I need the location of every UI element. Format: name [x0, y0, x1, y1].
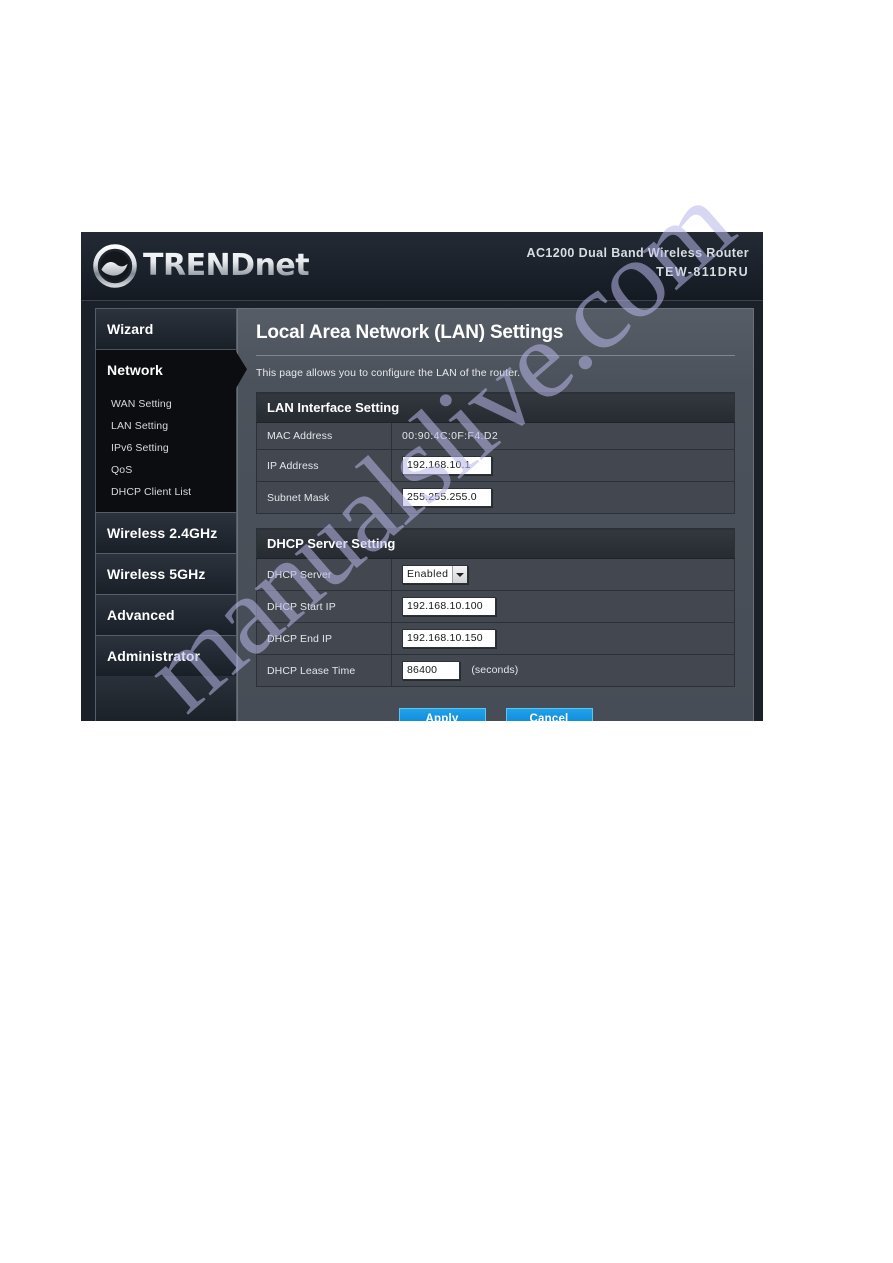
sidebar-subitem-label: QoS	[111, 464, 133, 476]
mac-address-value: 00:90:4C:0F:F4:D2	[391, 422, 735, 450]
sidebar-subitem-label: LAN Setting	[111, 420, 169, 432]
dhcp-end-ip-input[interactable]: 192.168.10.150	[402, 629, 496, 648]
dhcp-lease-time-label: DHCP Lease Time	[256, 654, 392, 687]
router-admin-screenshot: TRENDnet AC1200 Dual Band Wireless Route…	[81, 232, 763, 721]
lan-section-heading: LAN Interface Setting	[256, 392, 735, 423]
subnet-mask-cell: 255.255.255.0	[391, 481, 735, 514]
cancel-button[interactable]: Cancel	[505, 708, 593, 721]
dhcp-server-select[interactable]: Enabled	[402, 565, 469, 584]
dhcp-start-ip-label: DHCP Start IP	[256, 590, 392, 623]
sidebar-subitem-qos[interactable]: QoS	[96, 459, 236, 481]
chevron-down-icon[interactable]	[452, 566, 468, 583]
sidebar-item-label: Administrator	[107, 648, 201, 664]
dhcp-lease-time-input[interactable]: 86400	[402, 661, 460, 680]
sidebar-item-label: Advanced	[107, 607, 175, 623]
dhcp-lease-time-unit: (seconds)	[471, 664, 519, 676]
ip-address-input[interactable]: 192.168.10.1	[402, 456, 492, 475]
dhcp-lease-time-cell: 86400 (seconds)	[391, 654, 735, 687]
sidebar-item-wizard[interactable]: Wizard	[95, 308, 237, 349]
table-row: Subnet Mask 255.255.255.0	[256, 481, 735, 514]
sidebar-subitem-ipv6-setting[interactable]: IPv6 Setting	[96, 437, 236, 459]
sidebar-item-label: Network	[107, 362, 163, 378]
dhcp-end-ip-label: DHCP End IP	[256, 622, 392, 655]
table-section-header: DHCP Server Setting	[256, 528, 735, 559]
lan-interface-setting-table: LAN Interface Setting MAC Address 00:90:…	[256, 392, 735, 514]
sidebar-item-wireless-24ghz[interactable]: Wireless 2.4GHz	[95, 512, 237, 553]
sidebar-subitem-label: WAN Setting	[111, 398, 172, 410]
page-description: This page allows you to configure the LA…	[256, 367, 521, 379]
title-divider	[256, 355, 735, 356]
sidebar-subitem-lan-setting[interactable]: LAN Setting	[96, 415, 236, 437]
model-info: AC1200 Dual Band Wireless Router TEW-811…	[527, 244, 749, 281]
app-body: Wizard Network WAN Setting LAN Setting I…	[81, 301, 763, 721]
sidebar-item-label: Wireless 5GHz	[107, 566, 206, 582]
sidebar-item-wireless-5ghz[interactable]: Wireless 5GHz	[95, 553, 237, 594]
dhcp-start-ip-cell: 192.168.10.100	[391, 590, 735, 623]
sidebar-filler	[95, 676, 237, 721]
sidebar-subitem-label: IPv6 Setting	[111, 442, 169, 454]
dhcp-server-cell: Enabled	[391, 558, 735, 591]
subnet-mask-label: Subnet Mask	[256, 481, 392, 514]
sidebar-item-advanced[interactable]: Advanced	[95, 594, 237, 635]
table-section-header: LAN Interface Setting	[256, 392, 735, 423]
sidebar-item-network[interactable]: Network	[95, 349, 247, 390]
product-description: AC1200 Dual Band Wireless Router	[526, 246, 749, 260]
sidebar-submenu-network: WAN Setting LAN Setting IPv6 Setting QoS…	[95, 390, 237, 512]
ip-address-label: IP Address	[256, 449, 392, 482]
app-banner: TRENDnet AC1200 Dual Band Wireless Route…	[81, 232, 763, 301]
sidebar-nav: Wizard Network WAN Setting LAN Setting I…	[95, 308, 247, 721]
dhcp-start-ip-input[interactable]: 192.168.10.100	[402, 597, 496, 616]
table-row: DHCP Server Enabled	[256, 558, 735, 591]
model-number: TEW-811DRU	[656, 265, 749, 279]
sidebar-item-label: Wireless 2.4GHz	[107, 525, 218, 541]
sidebar-item-label: Wizard	[107, 321, 154, 337]
brand-logo[interactable]: TRENDnet	[93, 244, 310, 288]
table-row: DHCP Start IP 192.168.10.100	[256, 590, 735, 623]
dhcp-server-selected-value: Enabled	[407, 568, 449, 580]
table-row: DHCP Lease Time 86400 (seconds)	[256, 654, 735, 687]
form-actions: Apply Cancel	[256, 701, 735, 721]
sidebar-subitem-dhcp-client-list[interactable]: DHCP Client List	[96, 481, 236, 503]
sidebar-item-administrator[interactable]: Administrator	[95, 635, 237, 676]
page-title: Local Area Network (LAN) Settings	[256, 322, 564, 343]
trendnet-circle-swoosh-logo-icon	[93, 244, 137, 288]
subnet-mask-input[interactable]: 255.255.255.0	[402, 488, 492, 507]
table-row: DHCP End IP 192.168.10.150	[256, 622, 735, 655]
ip-address-cell: 192.168.10.1	[391, 449, 735, 482]
brand-logo-text: TRENDnet	[143, 244, 310, 288]
table-row: MAC Address 00:90:4C:0F:F4:D2	[256, 422, 735, 450]
sidebar-subitem-label: DHCP Client List	[111, 486, 192, 498]
table-row: IP Address 192.168.10.1	[256, 449, 735, 482]
content-panel: Local Area Network (LAN) Settings This p…	[237, 308, 754, 721]
sidebar-subitem-wan-setting[interactable]: WAN Setting	[96, 393, 236, 415]
dhcp-server-label: DHCP Server	[256, 558, 392, 591]
mac-address-label: MAC Address	[256, 422, 392, 450]
dhcp-end-ip-cell: 192.168.10.150	[391, 622, 735, 655]
dhcp-section-heading: DHCP Server Setting	[256, 528, 735, 559]
apply-button[interactable]: Apply	[398, 708, 486, 721]
dhcp-server-setting-table: DHCP Server Setting DHCP Server Enabled …	[256, 528, 735, 687]
